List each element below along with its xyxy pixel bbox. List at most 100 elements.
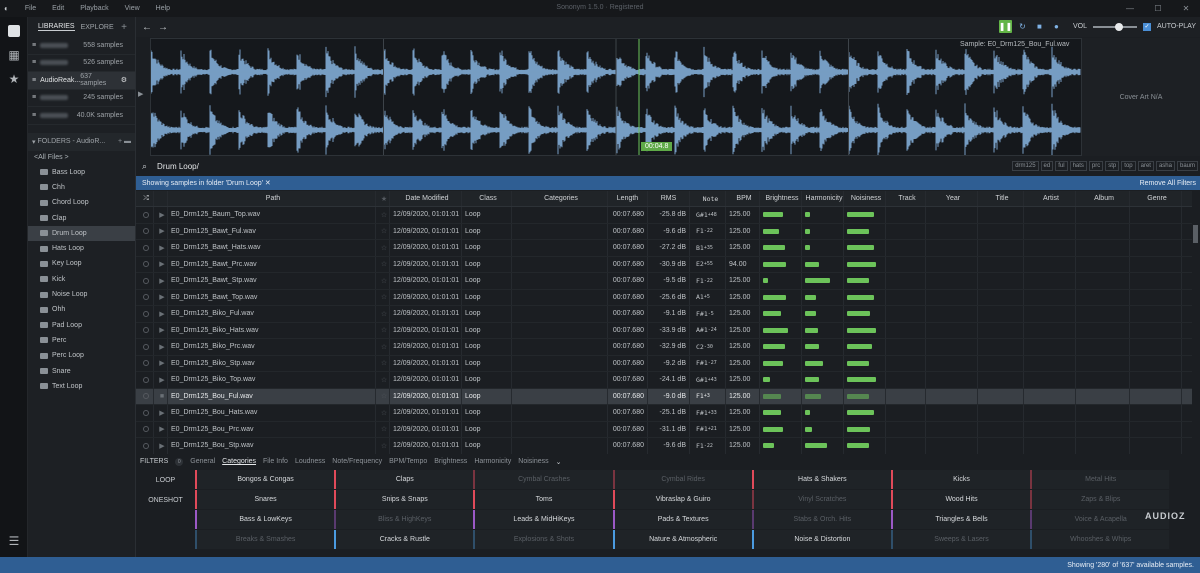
favorite-star-icon[interactable]: ☆	[376, 322, 390, 338]
col-album[interactable]: Album	[1076, 191, 1130, 206]
table-row[interactable]: ▶ E0_Drm125_Biko_Prc.wav ☆ 12/09/2020, 01:0…	[136, 339, 1192, 356]
folder-item[interactable]: Key Loop	[28, 256, 135, 271]
menu-edit[interactable]: Edit	[44, 5, 72, 12]
folder-item[interactable]: Drum Loop	[28, 225, 135, 241]
volume-knob[interactable]	[1115, 22, 1124, 31]
play-icon[interactable]: ▶	[154, 372, 168, 388]
add-library-icon[interactable]: +	[121, 22, 127, 33]
filter-tab-file-info[interactable]: File Info	[263, 458, 288, 465]
row-select-circle[interactable]	[136, 273, 154, 289]
row-select-circle[interactable]	[136, 289, 154, 305]
table-row[interactable]: ▶ E0_Drm125_Bou_Prc.wav ☆ 12/09/2020, 01:01…	[136, 421, 1192, 438]
play-icon[interactable]: ▶	[154, 405, 168, 421]
row-select-circle[interactable]	[136, 438, 154, 454]
row-select-circle[interactable]	[136, 405, 154, 421]
tag-chip[interactable]: drm125	[1012, 161, 1039, 171]
library-item[interactable]: ≡ 245 samples	[28, 90, 135, 107]
library-item[interactable]: ≡ 558 samples	[28, 37, 135, 55]
category-toggle[interactable]: Toms	[473, 490, 613, 509]
tag-chip[interactable]: stp	[1105, 161, 1120, 171]
scrollbar-thumb[interactable]	[1193, 225, 1198, 243]
settings-sliders-icon[interactable]: ☰	[0, 529, 28, 553]
table-scrollbar[interactable]	[1192, 191, 1200, 454]
category-toggle[interactable]: Metal Hits	[1030, 470, 1170, 489]
favorite-star-icon[interactable]: ☆	[376, 273, 390, 289]
category-toggle[interactable]: Snips & Snaps	[334, 490, 474, 509]
table-row[interactable]: ■ E0_Drm125_Bou_Ful.wav ☆ 12/09/2020, 01:01…	[136, 388, 1192, 405]
pause-button[interactable]: ❚❚	[999, 20, 1012, 33]
shuffle-icon[interactable]: ⤮	[136, 191, 154, 206]
col-note[interactable]: Note	[690, 191, 726, 206]
col-categories[interactable]: Categories	[512, 191, 608, 206]
remove-all-filters-button[interactable]: Remove All Filters	[1140, 180, 1196, 187]
row-select-circle[interactable]	[136, 306, 154, 322]
category-toggle[interactable]: Breaks & Smashes	[195, 530, 335, 549]
col-bpm[interactable]: BPM	[726, 191, 760, 206]
stop-icon[interactable]: ■	[1033, 20, 1046, 33]
play-icon[interactable]: ▶	[154, 339, 168, 355]
row-select-circle[interactable]	[136, 355, 154, 371]
table-row[interactable]: ▶ E0_Drm125_Biko_Ful.wav ☆ 12/09/2020, 01:0…	[136, 306, 1192, 323]
favorite-star-icon[interactable]: ☆	[376, 306, 390, 322]
folder-item[interactable]: Bass Loop	[28, 165, 135, 180]
folder-item[interactable]: Clap	[28, 210, 135, 225]
play-icon[interactable]: ▶	[154, 207, 168, 223]
category-toggle[interactable]: Sweeps & Lasers	[890, 530, 1031, 549]
table-row[interactable]: ▶ E0_Drm125_Bawt_Stp.wav ☆ 12/09/2020, 01:0…	[136, 273, 1192, 290]
play-icon[interactable]: ▶	[154, 355, 168, 371]
play-icon[interactable]: ▶	[154, 306, 168, 322]
tag-chip[interactable]: top	[1121, 161, 1136, 171]
row-select-circle[interactable]	[136, 256, 154, 272]
volume-slider[interactable]	[1092, 22, 1137, 31]
record-icon[interactable]: ●	[1050, 20, 1063, 33]
category-toggle[interactable]: Vinyl Scratches	[751, 490, 891, 509]
category-toggle[interactable]: Vibraslap & Guiro	[612, 490, 752, 509]
row-select-circle[interactable]	[136, 207, 154, 223]
category-toggle[interactable]: Noise & Distortion	[751, 530, 891, 549]
waveform-expand-icon[interactable]: ▶	[138, 90, 143, 98]
play-icon[interactable]: ▶	[154, 223, 168, 239]
library-item[interactable]: ≡ 526 samples	[28, 55, 135, 72]
col-track[interactable]: Track	[886, 191, 926, 206]
minimize-icon[interactable]: —	[1116, 0, 1144, 17]
col-star[interactable]: ★	[376, 191, 390, 206]
category-toggle[interactable]: Cymbal Crashes	[473, 470, 613, 489]
all-files-item[interactable]: <All Files >	[28, 151, 135, 165]
favorite-star-icon[interactable]: ☆	[376, 289, 390, 305]
category-toggle[interactable]: Cracks & Rustle	[334, 530, 474, 549]
category-toggle[interactable]: Bass & LowKeys	[195, 510, 335, 529]
row-select-circle[interactable]	[136, 388, 154, 404]
filter-tab-note-frequency[interactable]: Note/Frequency	[332, 458, 382, 465]
folder-item[interactable]: Perc	[28, 333, 135, 348]
waveform-display[interactable]	[150, 38, 1082, 157]
folder-item[interactable]: Snare	[28, 363, 135, 378]
tag-chip[interactable]: ful	[1055, 161, 1068, 171]
category-toggle[interactable]: Explosions & Shots	[473, 530, 613, 549]
search-icon[interactable]: ⌕	[142, 161, 147, 172]
filter-tab-harmonicity[interactable]: Harmonicity	[474, 458, 511, 465]
category-toggle[interactable]: Kicks	[890, 470, 1031, 489]
row-select-circle[interactable]	[136, 372, 154, 388]
favorite-star-icon[interactable]: ☆	[376, 421, 390, 437]
maximize-icon[interactable]: ☐	[1144, 0, 1172, 17]
col-length[interactable]: Length	[608, 191, 648, 206]
table-row[interactable]: ▶ E0_Drm125_Biko_Hats.wav ☆ 12/09/2020, 01:…	[136, 322, 1192, 339]
favorite-star-icon[interactable]: ☆	[376, 339, 390, 355]
library-icon[interactable]	[0, 19, 28, 43]
filter-tab-general[interactable]: General	[190, 458, 215, 465]
back-arrow-icon[interactable]: ←	[142, 22, 152, 33]
favorite-star-icon[interactable]: ☆	[376, 223, 390, 239]
grid-icon[interactable]: ▦	[0, 43, 28, 67]
col-path[interactable]: Path	[168, 191, 376, 206]
filter-tab-noisiness[interactable]: Noisiness	[518, 458, 548, 465]
favorite-star-icon[interactable]: ☆	[376, 207, 390, 223]
table-row[interactable]: ▶ E0_Drm125_Bou_Stp.wav ☆ 12/09/2020, 01:01…	[136, 438, 1192, 454]
col-year[interactable]: Year	[926, 191, 978, 206]
category-toggle[interactable]: Wood Hits	[890, 490, 1031, 509]
folders-collapse-icon[interactable]: ▾	[32, 138, 36, 146]
col-artist[interactable]: Artist	[1024, 191, 1076, 206]
folder-item[interactable]: Noise Loop	[28, 287, 135, 302]
row-select-circle[interactable]	[136, 322, 154, 338]
favorite-star-icon[interactable]: ☆	[376, 372, 390, 388]
folder-item[interactable]: Kick	[28, 272, 135, 287]
